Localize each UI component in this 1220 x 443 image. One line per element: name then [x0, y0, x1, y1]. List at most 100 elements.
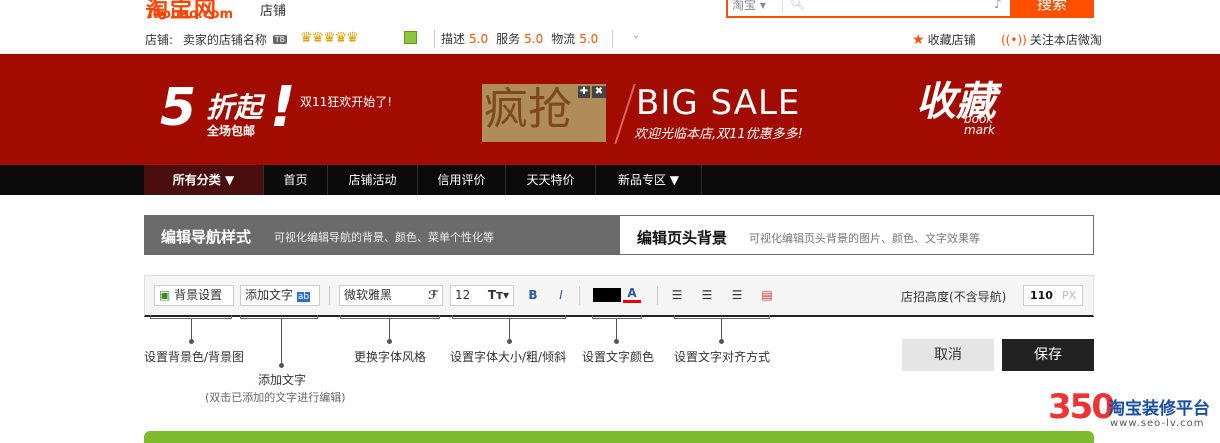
text-icon: ab	[296, 292, 311, 302]
shop-ratings: 描述 5.0 服务 5.0 物流 5.0	[434, 30, 614, 48]
callout-dot	[189, 339, 194, 344]
tb-badge: TB	[272, 35, 288, 44]
watermark-url: www.seo-lv.com	[1110, 418, 1205, 429]
callout-dot	[279, 363, 284, 368]
shop-banner: 5 折起 全场包邮 ! 双11狂欢开始了! 疯抢 ✚ ✖ BIG SALE 欢迎…	[0, 54, 1220, 165]
callout-line	[509, 319, 510, 341]
green-section-bar	[144, 431, 1094, 443]
font-size-icon: Tт▾	[487, 288, 509, 302]
favorite-shop-link[interactable]: ★ 收藏店铺	[912, 31, 976, 48]
shop-label: 店铺	[260, 4, 287, 19]
font-family-select[interactable]: 微软雅黑 ℱ	[339, 285, 443, 306]
watermark-text: 淘宝装修平台	[1108, 399, 1210, 419]
tab-desc: 可视化编辑导航的背景、颜色、菜单个性化等	[274, 231, 494, 244]
callout-bracket	[592, 315, 642, 319]
bookmark-subtitle: book mark	[964, 112, 995, 137]
toolbar-divider	[329, 286, 330, 305]
align-right-icon[interactable]: ☰	[729, 285, 745, 306]
callout-line	[389, 319, 390, 341]
cancel-button[interactable]: 取消	[902, 339, 994, 371]
tab-nav-style[interactable]: 编辑导航样式 可视化编辑导航的背景、颜色、菜单个性化等	[144, 215, 620, 255]
callout-dot	[507, 339, 512, 344]
search-button[interactable]: 搜索	[1010, 0, 1094, 16]
banner-height-value: 110	[1030, 289, 1053, 302]
italic-button[interactable]: I	[553, 285, 569, 306]
nav-item-credit[interactable]: 信用评价	[418, 165, 506, 195]
callout-font: 更换字体风格	[354, 350, 427, 364]
callout-bg: 设置背景色/背景图	[144, 350, 245, 364]
callout-line	[191, 319, 192, 341]
image-icon: ▣	[159, 288, 171, 302]
star-icon: ★	[912, 32, 925, 48]
move-icon[interactable]: ✚	[578, 86, 590, 98]
rating-service-value: 5.0	[524, 32, 544, 46]
toolbar-divider	[579, 286, 580, 305]
banner-divider	[614, 84, 636, 144]
text-color-swatch[interactable]	[593, 288, 621, 302]
callout-bracket	[240, 315, 318, 319]
shop-info-label: 店铺:	[145, 33, 174, 47]
big-sale-subtitle: 欢迎光临本店,双11优惠多多!	[634, 127, 803, 142]
caret-down-icon: ▼	[224, 173, 235, 187]
callout-dot	[614, 339, 619, 344]
chevron-down-icon[interactable]: ⌄	[632, 30, 640, 41]
promo-discount: 折起	[206, 91, 263, 124]
bg-setting-button[interactable]: ▣ 背景设置	[154, 285, 234, 306]
big-sale-title: BIG SALE	[636, 83, 801, 123]
crown-icons: ♛♛♛♛♛	[300, 30, 359, 46]
certified-icon	[404, 31, 417, 44]
rating-desc-value: 5.0	[469, 32, 489, 46]
crazy-text[interactable]: 疯抢	[484, 84, 572, 137]
search-icon: 🔍︎	[790, 0, 806, 11]
watermark-logo: 350	[1048, 387, 1115, 427]
font-size-select[interactable]: 12 Tт▾	[450, 285, 514, 306]
bold-button[interactable]: B	[525, 285, 541, 306]
promo-subtitle: 双11狂欢开始了!	[300, 95, 393, 109]
tab-desc: 可视化编辑页头背景的图片、颜色、文字效果等	[749, 232, 980, 245]
promo-exclamation: !	[270, 75, 296, 140]
callout-bracket	[340, 315, 440, 319]
rating-logistics-value: 5.0	[579, 32, 599, 46]
callout-align: 设置文字对齐方式	[674, 350, 771, 364]
callout-dot	[387, 339, 392, 344]
follow-shop-link[interactable]: ((•)) 关注本店微淘	[1001, 31, 1102, 48]
clear-format-icon: ℱ	[428, 288, 438, 302]
rating-service-label: 服务	[496, 32, 521, 46]
search-box: 淘宝 ▾ 🔍︎ ♪ 搜索	[726, 0, 1094, 18]
tab-title: 编辑导航样式	[161, 228, 252, 246]
callout-add-text: 添加文字	[258, 373, 307, 387]
add-text-button[interactable]: 添加文字 ab	[240, 285, 320, 306]
align-justify-icon[interactable]: ▤	[759, 285, 775, 306]
toolbar-divider	[657, 286, 658, 305]
nav-item-new-arrivals[interactable]: 新品专区 ▼	[596, 165, 702, 195]
align-center-icon[interactable]: ☰	[699, 285, 715, 306]
tab-title: 编辑页头背景	[637, 229, 728, 247]
callout-line	[281, 319, 282, 365]
rating-logistics-label: 物流	[551, 32, 576, 46]
callout-dot	[719, 339, 724, 344]
banner-height-input[interactable]: 110 PX	[1023, 285, 1083, 306]
banner-height-label: 店招高度(不含导航)	[901, 290, 1007, 304]
callout-add-text-note: (双击已添加的文字进行编辑)	[205, 391, 346, 404]
tab-header-bg[interactable]: 编辑页头背景 可视化编辑页头背景的图片、颜色、文字效果等	[620, 215, 1094, 255]
callout-bracket	[674, 315, 770, 319]
align-left-icon[interactable]: ☰	[669, 285, 685, 306]
banner-height-unit: PX	[1062, 289, 1077, 302]
callout-line	[616, 319, 617, 341]
text-color-icon[interactable]: A	[623, 285, 641, 303]
nav-item-daily-deals[interactable]: 天天特价	[506, 165, 596, 195]
editor-toolbar: ▣ 背景设置 添加文字 ab 微软雅黑 ℱ 12 Tт▾ B I A ☰ ☰ ☰ ▤…	[144, 275, 1094, 317]
nav-item-home[interactable]: 首页	[264, 165, 328, 195]
close-icon[interactable]: ✖	[592, 86, 606, 98]
caret-down-icon: ▼	[669, 173, 680, 187]
broadcast-icon: ((•))	[1001, 33, 1027, 47]
callout-size: 设置字体大小/粗/倾斜	[450, 350, 567, 364]
taobao-logo-en[interactable]: Taobao.com	[146, 7, 233, 22]
save-button[interactable]: 保存	[1002, 339, 1094, 371]
shop-nav: 所有分类 ▼ 首页 店铺活动 信用评价 天天特价 新品专区 ▼	[0, 165, 1220, 195]
nav-item-activities[interactable]: 店铺活动	[328, 165, 418, 195]
search-type-select[interactable]: 淘宝 ▾	[732, 0, 766, 13]
microphone-icon[interactable]: ♪	[994, 0, 1002, 11]
nav-item-all-categories[interactable]: 所有分类 ▼	[144, 165, 264, 195]
shop-name[interactable]: 卖家的店铺名称	[183, 31, 267, 48]
